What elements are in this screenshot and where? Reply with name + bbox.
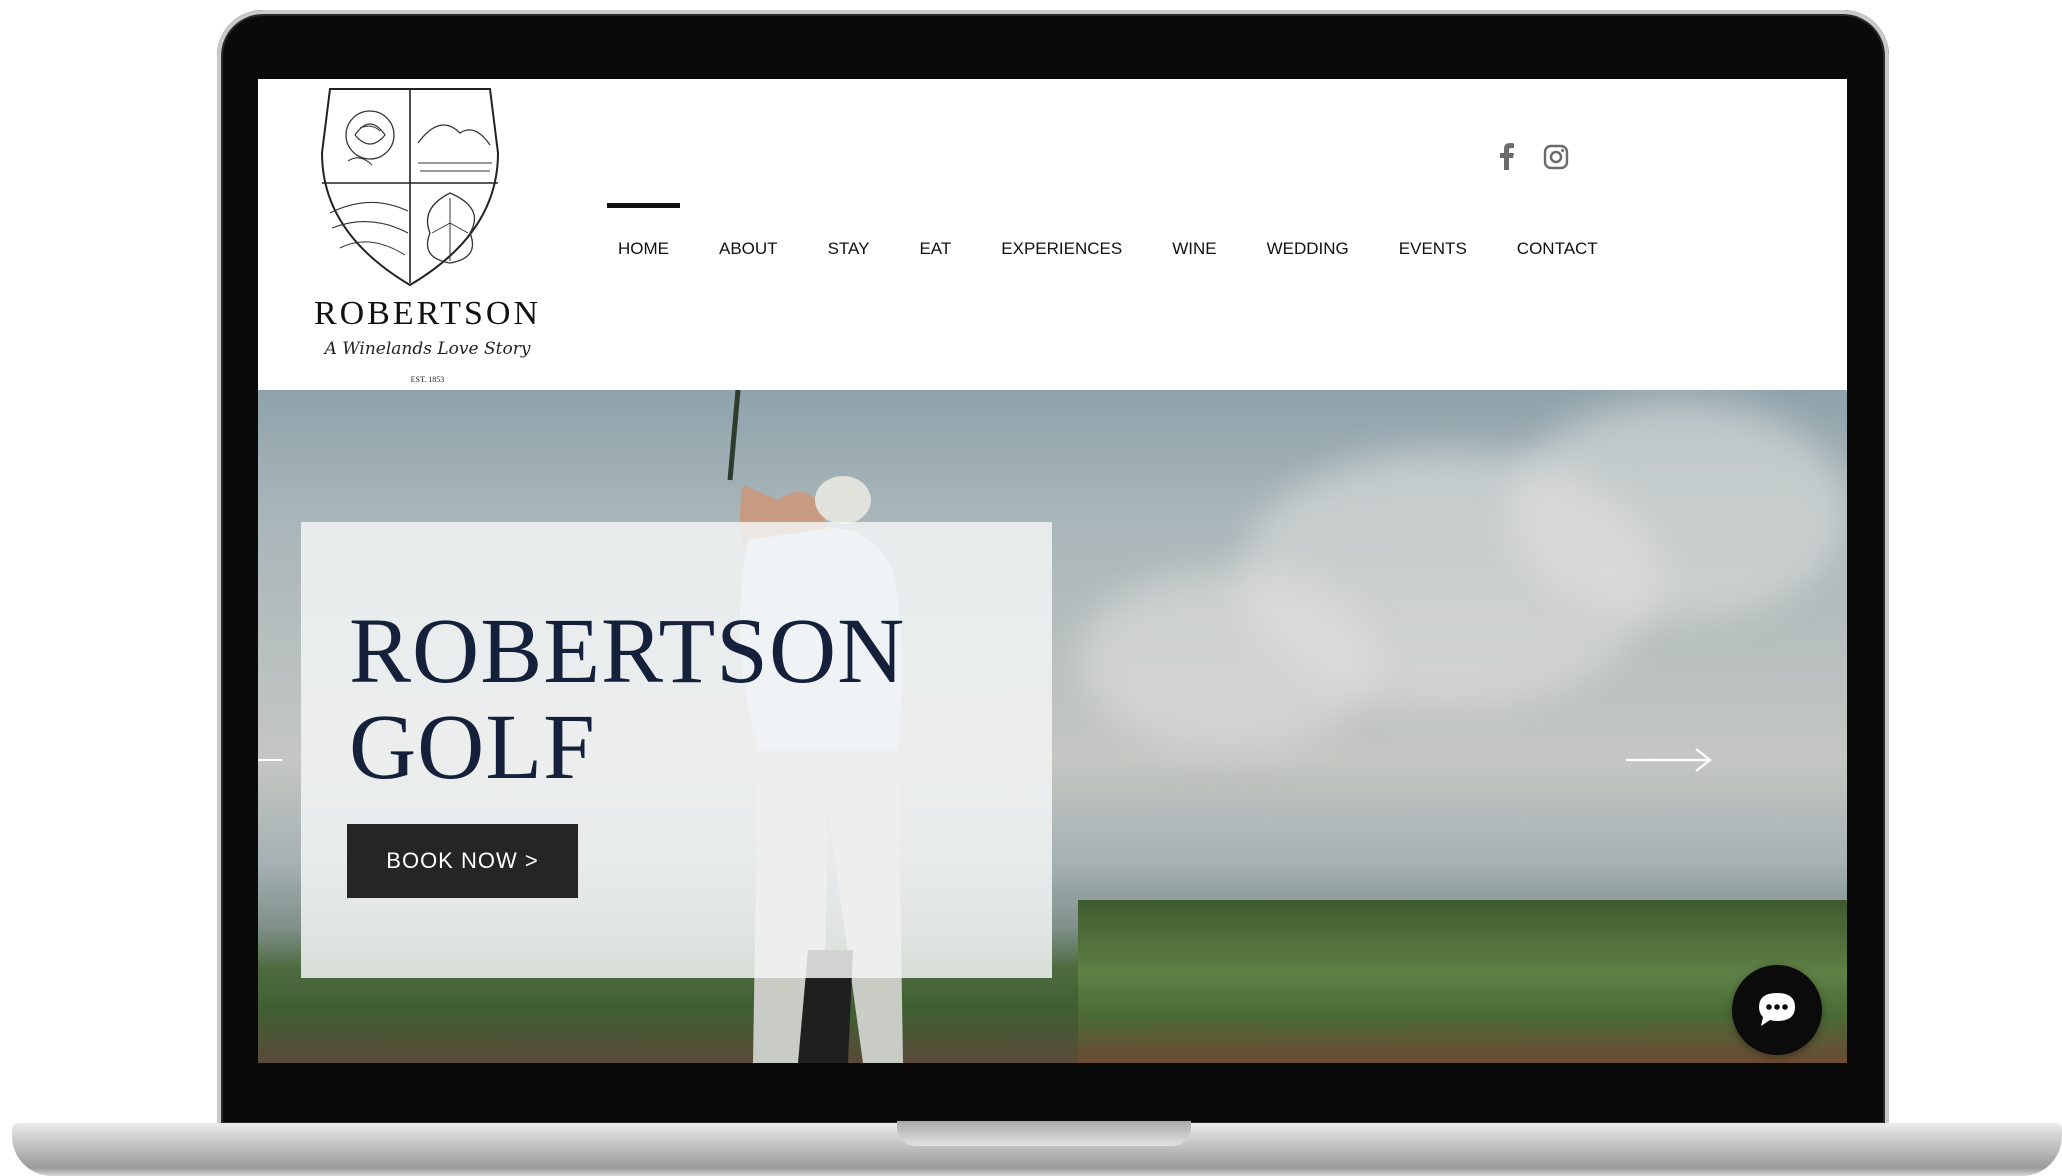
site-header: ROBERTSON A Winelands Love Story EST. 18… bbox=[258, 79, 1847, 390]
nav-item-wedding[interactable]: WEDDING bbox=[1256, 229, 1360, 269]
nav-item-about[interactable]: ABOUT bbox=[708, 229, 789, 269]
cloud-shape bbox=[1508, 400, 1847, 620]
nav-item-contact[interactable]: CONTACT bbox=[1506, 229, 1609, 269]
treeline-landscape bbox=[1078, 900, 1847, 1063]
hero-title: ROBERTSON GOLF bbox=[349, 604, 905, 796]
nav-item-events[interactable]: EVENTS bbox=[1388, 229, 1478, 269]
chat-bubble-icon bbox=[1759, 993, 1795, 1026]
facebook-icon[interactable] bbox=[1494, 142, 1520, 172]
instagram-icon[interactable] bbox=[1542, 142, 1570, 172]
nav-item-stay[interactable]: STAY bbox=[817, 229, 881, 269]
previous-slide-arrow-icon[interactable] bbox=[258, 745, 288, 775]
next-slide-arrow-icon[interactable] bbox=[1624, 745, 1714, 775]
nav-item-experiences[interactable]: EXPERIENCES bbox=[990, 229, 1133, 269]
brand-tagline: A Winelands Love Story bbox=[324, 339, 531, 359]
hero-slideshow: ROBERTSON GOLF BOOK NOW > bbox=[258, 390, 1847, 1063]
crest-icon bbox=[320, 88, 500, 287]
book-now-button[interactable]: BOOK NOW > bbox=[347, 824, 578, 898]
brand-established: EST. 1853 bbox=[410, 375, 445, 384]
laptop-notch bbox=[897, 1121, 1191, 1146]
hero-title-line1: ROBERTSON bbox=[349, 600, 906, 703]
brand-name: ROBERTSON bbox=[313, 295, 542, 332]
robertson-logo[interactable]: ROBERTSON A Winelands Love Story EST. 18… bbox=[300, 83, 538, 386]
cloud-shape bbox=[1078, 570, 1378, 750]
social-links bbox=[1494, 142, 1570, 172]
website-screen: ROBERTSON A Winelands Love Story EST. 18… bbox=[258, 79, 1847, 1063]
main-navigation: HOME ABOUT STAY EAT EXPERIENCES WINE WED… bbox=[607, 203, 1637, 269]
chat-button[interactable] bbox=[1732, 965, 1822, 1055]
nav-item-home[interactable]: HOME bbox=[607, 203, 680, 269]
hero-title-line2: GOLF bbox=[349, 696, 596, 799]
hero-text-panel: ROBERTSON GOLF BOOK NOW > bbox=[301, 522, 1052, 978]
nav-item-wine[interactable]: WINE bbox=[1161, 229, 1227, 269]
nav-item-eat[interactable]: EAT bbox=[908, 229, 962, 269]
